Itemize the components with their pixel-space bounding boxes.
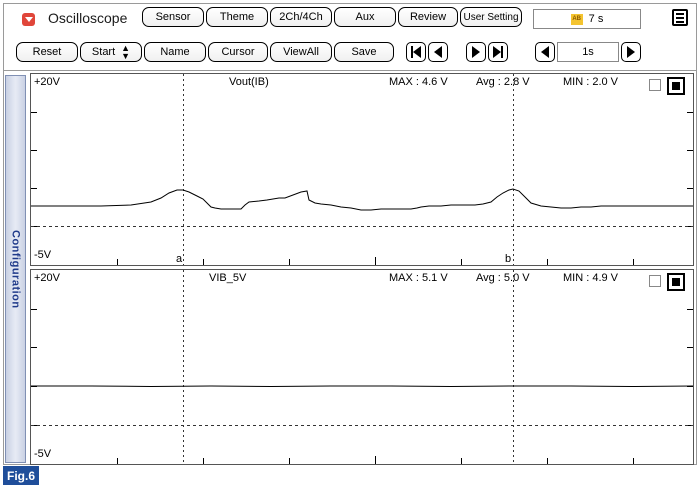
start-button[interactable]: Start ▲ ▼ [80, 42, 142, 62]
step-back-icon [434, 46, 442, 58]
cursor-b-label: b [505, 253, 512, 265]
time-scale-decrease-button[interactable] [535, 42, 555, 62]
start-label: Start [91, 46, 116, 58]
channel-2-trace [31, 385, 693, 388]
configuration-label: Configuration [9, 229, 22, 309]
ch2-min-value: MIN : 4.9 V [563, 272, 619, 284]
ch1-avg-value: Avg : 2.8 V [476, 76, 530, 88]
channel-1-plot[interactable]: +20V -5V Vout(IB) MAX : 4.6 V Avg : 2.8 … [30, 73, 694, 266]
cursor-a-label: a [176, 253, 183, 265]
channel-1-grid [31, 74, 693, 265]
ch2-channel-name: VIB_5V [209, 272, 247, 284]
tab-channels[interactable]: 2Ch/4Ch [270, 7, 332, 27]
cursor-button[interactable]: Cursor [208, 42, 268, 62]
save-button[interactable]: Save [334, 42, 394, 62]
hamburger-menu-icon[interactable] [672, 9, 688, 26]
ch1-checkbox[interactable] [649, 79, 661, 91]
record-time-label: 7 s [588, 13, 604, 25]
tab-theme[interactable]: Theme [206, 7, 268, 27]
time-scale-field[interactable]: 1s [557, 42, 619, 62]
tab-aux[interactable]: Aux [334, 7, 396, 27]
tab-user-setting[interactable]: User Setting [460, 7, 522, 27]
time-scale-increase-button[interactable] [621, 42, 641, 62]
skip-to-start-button[interactable] [406, 42, 426, 62]
configuration-side-tab[interactable]: Configuration [5, 75, 26, 463]
app-menu-icon[interactable] [22, 13, 35, 26]
channel-1-trace [31, 188, 693, 211]
reset-button[interactable]: Reset [16, 42, 78, 62]
ch2-max-value: MAX : 5.1 V [389, 272, 448, 284]
arrow-left-icon [541, 46, 549, 58]
arrow-right-icon [627, 46, 635, 58]
tab-sensor[interactable]: Sensor [142, 7, 204, 27]
skip-to-end-button[interactable] [488, 42, 508, 62]
ch1-min-value: MIN : 2.0 V [563, 76, 619, 88]
ch2-checkbox[interactable] [649, 275, 661, 287]
ch1-select-box[interactable] [667, 77, 685, 95]
step-back-button[interactable] [428, 42, 448, 62]
ch2-y-top-label: +20V [34, 272, 60, 284]
ch1-y-top-label: +20V [34, 76, 60, 88]
step-forward-icon [472, 46, 480, 58]
ch1-y-bottom-label: -5V [34, 249, 52, 261]
ch2-y-bottom-label: -5V [34, 448, 52, 460]
skip-end-icon [493, 46, 501, 58]
up-down-arrows-icon: ▲ ▼ [121, 43, 131, 61]
channel-2-plot[interactable]: +20V -5V VIB_5V MAX : 5.1 V Avg : 5.0 V … [30, 269, 694, 465]
toolbar-divider [3, 70, 697, 71]
record-time-display: AB 7 s [533, 9, 641, 29]
name-button[interactable]: Name [144, 42, 206, 62]
step-forward-button[interactable] [466, 42, 486, 62]
tab-review[interactable]: Review [398, 7, 458, 27]
app-title: Oscilloscope [48, 10, 128, 26]
ch1-max-value: MAX : 4.6 V [389, 76, 448, 88]
ch1-channel-name: Vout(IB) [229, 76, 269, 88]
ab-record-icon: AB [570, 13, 583, 25]
channel-2-grid [31, 270, 693, 464]
view-all-button[interactable]: ViewAll [270, 42, 332, 62]
figure-label: Fig.6 [3, 466, 39, 485]
ch2-select-box[interactable] [667, 273, 685, 291]
ch2-avg-value: Avg : 5.0 V [476, 272, 530, 284]
